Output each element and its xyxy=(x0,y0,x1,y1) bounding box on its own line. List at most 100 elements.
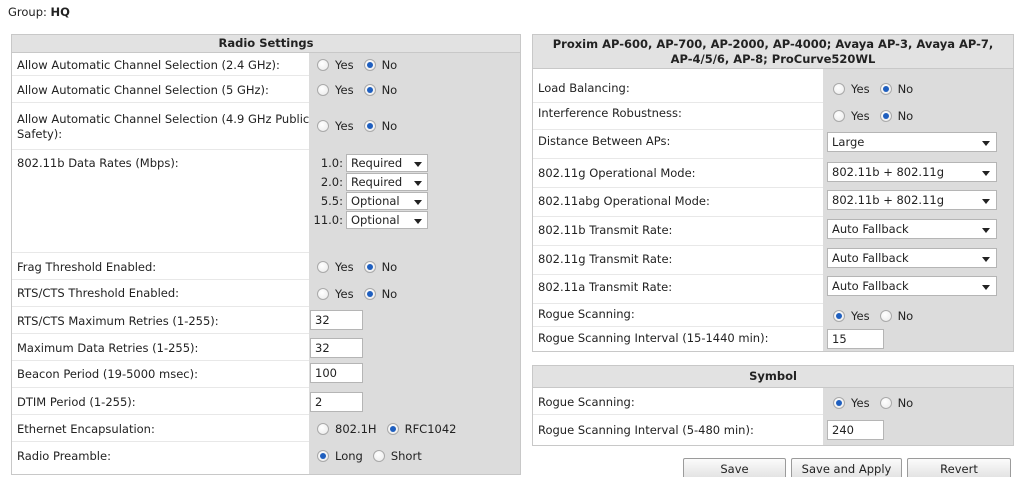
symbol-rogue-interval-input[interactable] xyxy=(827,420,884,440)
symbol-rogue-interval-label: Rogue Scanning Interval (5-480 min): xyxy=(538,423,754,437)
frag-threshold-no-radio[interactable] xyxy=(363,261,376,273)
rts-retries-label: RTS/CTS Maximum Retries (1-255): xyxy=(17,314,219,328)
auto-channel-5-yes-radio[interactable] xyxy=(317,84,329,96)
a-tx-row: 802.11a Transmit Rate: Auto Fallback xyxy=(533,275,1013,303)
distance-label: Distance Between APs: xyxy=(538,134,671,148)
dtim-period-row: DTIM Period (1-255): xyxy=(12,388,520,414)
data-rate-key: 11.0: xyxy=(313,213,343,227)
dtim-period-input[interactable] xyxy=(310,392,363,412)
data-rate-3: 5.5: Optional xyxy=(309,192,428,210)
radio-settings-header: Radio Settings xyxy=(12,35,520,53)
chevron-down-icon xyxy=(414,181,422,186)
save-button[interactable]: Save xyxy=(683,458,786,477)
ethernet-encapsulation-label: Ethernet Encapsulation: xyxy=(17,422,155,436)
symbol-rogue-interval-row: Rogue Scanning Interval (5-480 min): xyxy=(533,415,1013,445)
proxim-rogue-no-radio[interactable] xyxy=(879,310,892,322)
g-mode-select[interactable]: 802.11b + 802.11g xyxy=(827,162,997,182)
data-rate-3-select[interactable]: Optional xyxy=(346,192,428,210)
chevron-down-icon xyxy=(414,200,422,205)
eth-rfc1042-label: RFC1042 xyxy=(404,422,457,436)
chevron-down-icon xyxy=(982,257,990,262)
data-rate-key: 2.0: xyxy=(320,175,343,189)
chevron-down-icon xyxy=(982,228,990,233)
save-and-apply-button[interactable]: Save and Apply xyxy=(791,458,902,477)
auto-channel-49-label-line2: Safety): xyxy=(17,127,63,141)
g-tx-select[interactable]: Auto Fallback xyxy=(827,248,997,268)
beacon-period-row: Beacon Period (19-5000 msec): xyxy=(12,361,520,387)
yes-label: Yes xyxy=(335,260,354,274)
proxim-panel: Proxim AP-600, AP-700, AP-2000, AP-4000;… xyxy=(532,34,1014,352)
data-rate-value: Optional xyxy=(351,194,400,208)
abg-mode-label: 802.11abg Operational Mode: xyxy=(538,194,710,208)
rts-threshold-no-radio[interactable] xyxy=(363,288,376,300)
b-tx-value: Auto Fallback xyxy=(832,222,909,236)
data-rate-2-select[interactable]: Required xyxy=(346,173,428,191)
a-tx-select[interactable]: Auto Fallback xyxy=(827,276,997,296)
chevron-down-icon xyxy=(414,162,422,167)
auto-channel-24-yes-radio[interactable] xyxy=(317,59,329,71)
symbol-rogue-yes-radio[interactable] xyxy=(833,397,845,409)
rts-threshold-yes-radio[interactable] xyxy=(317,288,329,300)
group-label: Group: xyxy=(8,5,47,19)
abg-mode-row: 802.11abg Operational Mode: 802.11b + 80… xyxy=(533,188,1013,216)
load-balancing-yes-radio[interactable] xyxy=(833,83,845,95)
data-rate-value: Required xyxy=(351,156,403,170)
proxim-rogue-label: Rogue Scanning: xyxy=(538,307,635,321)
data-rate-1-select[interactable]: Required xyxy=(346,154,428,172)
interference-no-radio[interactable] xyxy=(879,110,892,122)
no-label: No xyxy=(381,58,398,72)
group-indicator: Group: HQ xyxy=(8,5,70,19)
b-tx-label: 802.11b Transmit Rate: xyxy=(538,223,673,237)
data-rate-4-select[interactable]: Optional xyxy=(346,211,428,229)
preamble-short-label: Short xyxy=(390,449,422,463)
symbol-header: Symbol xyxy=(533,366,1013,388)
chevron-down-icon xyxy=(982,171,990,176)
ethernet-rfc1042-radio[interactable] xyxy=(386,423,399,435)
rts-threshold-row: RTS/CTS Threshold Enabled: Yes No xyxy=(12,280,520,306)
proxim-rogue-interval-input[interactable] xyxy=(827,329,884,349)
preamble-short-radio[interactable] xyxy=(372,450,385,462)
rts-retries-input[interactable] xyxy=(310,310,363,330)
chevron-down-icon xyxy=(414,219,422,224)
beacon-period-input[interactable] xyxy=(310,363,363,383)
auto-channel-5-label: Allow Automatic Channel Selection (5 GHz… xyxy=(17,83,269,97)
revert-button[interactable]: Revert xyxy=(907,458,1011,477)
auto-channel-49-no-radio[interactable] xyxy=(363,120,376,132)
max-retries-label: Maximum Data Retries (1-255): xyxy=(17,341,199,355)
distance-value: Large xyxy=(832,135,865,149)
proxim-rogue-yes-radio[interactable] xyxy=(833,310,845,322)
symbol-rogue-no-radio[interactable] xyxy=(879,397,892,409)
b-tx-select[interactable]: Auto Fallback xyxy=(827,219,997,239)
data-rate-4: 11.0: Optional xyxy=(309,211,428,229)
data-rate-value: Optional xyxy=(351,213,400,227)
preamble-long-radio[interactable] xyxy=(317,450,329,462)
no-label: No xyxy=(381,260,398,274)
chevron-down-icon xyxy=(982,199,990,204)
proxim-header: Proxim AP-600, AP-700, AP-2000, AP-4000;… xyxy=(533,35,1013,69)
g-mode-value: 802.11b + 802.11g xyxy=(832,165,945,179)
auto-channel-5-no-radio[interactable] xyxy=(363,84,376,96)
proxim-title-line2: AP-4/5/6, AP-8; ProCurve520WL xyxy=(670,52,876,66)
ethernet-8021h-radio[interactable] xyxy=(317,423,329,435)
interference-yes-radio[interactable] xyxy=(833,110,845,122)
no-label: No xyxy=(381,287,398,301)
yes-label: Yes xyxy=(335,83,354,97)
radio-preamble-row: Radio Preamble: Long Short xyxy=(12,442,520,468)
frag-threshold-yes-radio[interactable] xyxy=(317,261,329,273)
data-rates-label: 802.11b Data Rates (Mbps): xyxy=(17,156,179,170)
preamble-long-label: Long xyxy=(335,449,363,463)
chevron-down-icon xyxy=(982,141,990,146)
distance-select[interactable]: Large xyxy=(827,132,997,152)
g-tx-value: Auto Fallback xyxy=(832,251,909,265)
max-retries-input[interactable] xyxy=(310,338,363,358)
max-retries-row: Maximum Data Retries (1-255): xyxy=(12,334,520,360)
yes-label: Yes xyxy=(851,309,870,323)
load-balancing-no-radio[interactable] xyxy=(879,83,892,95)
auto-channel-24-no-radio[interactable] xyxy=(363,59,376,71)
no-label: No xyxy=(381,119,398,133)
abg-mode-select[interactable]: 802.11b + 802.11g xyxy=(827,190,997,210)
auto-channel-49-yes-radio[interactable] xyxy=(317,120,329,132)
b-tx-row: 802.11b Transmit Rate: Auto Fallback xyxy=(533,217,1013,245)
no-label: No xyxy=(897,396,914,410)
auto-channel-24-row: Allow Automatic Channel Selection (2.4 G… xyxy=(12,53,520,75)
